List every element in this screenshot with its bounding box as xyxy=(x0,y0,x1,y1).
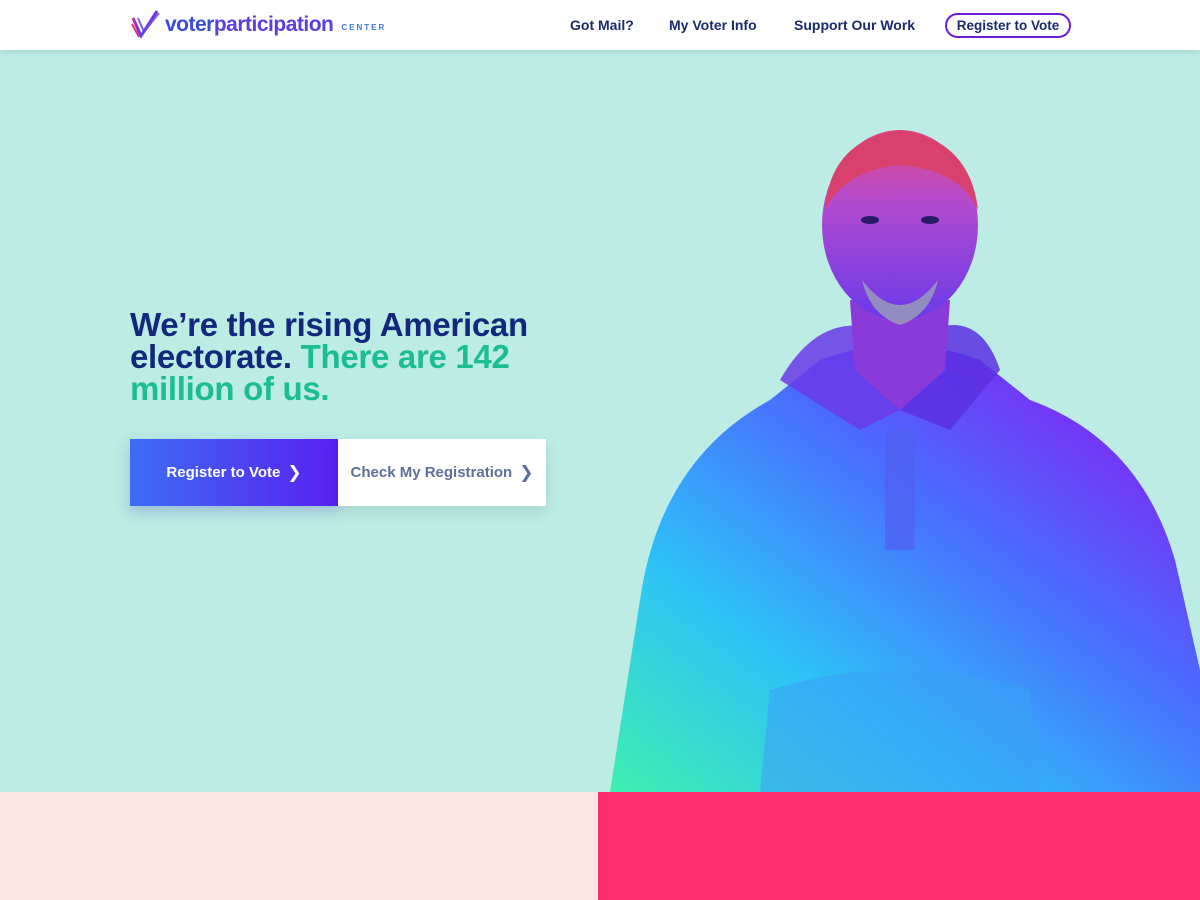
logo-subtitle: CENTER xyxy=(341,22,387,32)
chevron-right-icon: ❯ xyxy=(519,463,534,482)
hero-person-image xyxy=(610,130,1200,792)
logo-wordmark: voterparticipation xyxy=(165,12,334,36)
chevron-right-icon: ❯ xyxy=(287,463,302,482)
hero-section: We’re the rising American electorate. Th… xyxy=(0,50,1200,792)
register-to-vote-button[interactable]: Register to Vote ❯ xyxy=(130,439,338,506)
logo-word-participation: participation xyxy=(213,12,334,36)
site-header: voterparticipation CENTER Got Mail? My V… xyxy=(0,0,1200,50)
check-registration-label: Check My Registration xyxy=(350,464,513,481)
nav-register-to-vote-button[interactable]: Register to Vote xyxy=(945,13,1071,38)
logo-word-voter: voter xyxy=(165,12,214,36)
check-registration-button[interactable]: Check My Registration ❯ xyxy=(338,439,546,506)
section-block-left xyxy=(0,792,598,900)
nav-got-mail[interactable]: Got Mail? xyxy=(570,17,634,33)
site-logo[interactable]: voterparticipation CENTER xyxy=(131,9,386,39)
section-block-right xyxy=(598,792,1200,900)
nav-my-voter-info[interactable]: My Voter Info xyxy=(669,17,757,33)
nav-support-our-work[interactable]: Support Our Work xyxy=(794,17,915,33)
register-to-vote-label: Register to Vote xyxy=(166,464,281,481)
checkmark-logo-icon xyxy=(131,10,160,38)
hero-headline: We’re the rising American electorate. Th… xyxy=(130,308,560,405)
